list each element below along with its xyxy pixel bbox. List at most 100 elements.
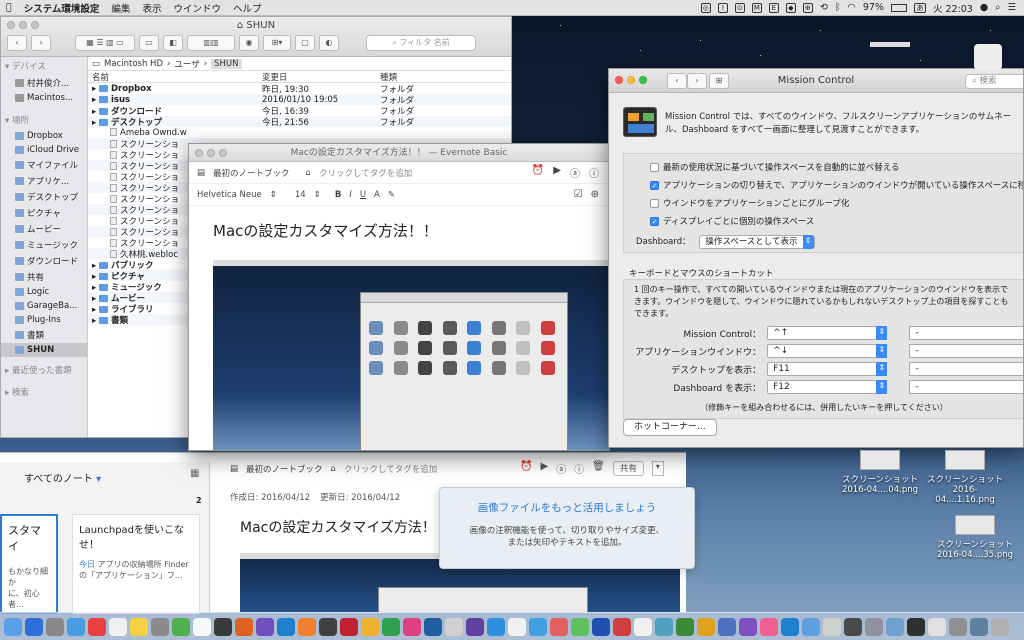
checkbox-icon[interactable]: ☑	[574, 189, 583, 200]
sidebar-item-place[interactable]: アプリケ...	[1, 173, 87, 189]
column-kind[interactable]: 種類	[374, 71, 464, 83]
note-screenshot-image[interactable]	[213, 260, 609, 450]
dock-app-icon[interactable]	[928, 617, 946, 636]
status-icon-7[interactable]: ⊕	[802, 2, 813, 13]
sidebar-item-place[interactable]: Dropbox	[1, 129, 87, 143]
dock-app-icon[interactable]	[844, 617, 862, 636]
sidebar-item-place[interactable]: ミュージック	[1, 237, 87, 253]
sidebar-item-place[interactable]: iCloud Drive	[1, 143, 87, 157]
bold-button[interactable]: B	[335, 190, 341, 200]
shortcut-mouse-select[interactable]: -	[909, 380, 1023, 394]
dock-app-icon[interactable]	[823, 617, 841, 636]
dock-app-icon[interactable]	[382, 617, 400, 636]
disclosure-triangle[interactable]	[92, 128, 110, 138]
dock-app-icon[interactable]	[508, 617, 526, 636]
dock-app-icon[interactable]	[193, 617, 211, 636]
font-selector[interactable]: Helvetica Neue	[197, 190, 262, 200]
annotate-icon[interactable]: ⓐ	[556, 461, 566, 476]
dock-app-icon[interactable]	[949, 617, 967, 636]
font-size-selector[interactable]: 14	[295, 190, 306, 200]
attach-icon[interactable]: ⊛	[591, 189, 599, 200]
search-input[interactable]: ⌕ 検索	[965, 74, 1023, 89]
dashboard-select[interactable]: 操作スペースとして表示	[699, 235, 815, 249]
wifi-icon[interactable]: ◠	[848, 2, 856, 13]
option-checkbox-row[interactable]: ✓ ディスプレイごとに個別の操作スペース	[624, 212, 1023, 230]
cover-flow-button[interactable]: ▭	[139, 35, 159, 51]
grid-view-icon[interactable]: ▦	[190, 468, 199, 479]
dock-app-icon[interactable]	[46, 617, 64, 636]
dock-app-icon[interactable]	[130, 617, 148, 636]
dock-app-icon[interactable]	[634, 617, 652, 636]
shortcut-key-select[interactable]: ^↑	[767, 326, 888, 340]
search-input[interactable]: ⌕ フィルタ 名前	[366, 35, 476, 51]
table-row[interactable]: ▸ デスクトップ 今日, 21:56 フォルダ	[88, 116, 511, 128]
checkbox[interactable]	[650, 199, 659, 208]
option-checkbox-row[interactable]: 最新の使用状況に基づいて操作スペースを自動的に並べ替える	[624, 158, 1023, 176]
note-title[interactable]: Macの設定カスタマイズ方法！	[240, 517, 436, 537]
dock-app-icon[interactable]	[403, 617, 421, 636]
quicklook-button[interactable]: ◉	[239, 35, 259, 51]
dock-app-icon[interactable]	[172, 617, 190, 636]
dock-app-icon[interactable]	[424, 617, 442, 636]
menu-window[interactable]: ウインドウ	[167, 1, 227, 15]
share-button[interactable]: 共有	[612, 461, 644, 476]
sidebar-item-place[interactable]: ピクチャ	[1, 205, 87, 221]
sidebar-item-place[interactable]: ダウンロード	[1, 253, 87, 269]
italic-button[interactable]: I	[349, 190, 352, 200]
status-icon-1[interactable]: ◎	[700, 2, 711, 13]
reminder-icon[interactable]: ⏰	[532, 165, 544, 180]
dock-app-icon[interactable]	[907, 617, 925, 636]
tag-input[interactable]: クリックしてタグを追加	[319, 167, 412, 179]
disclosure-triangle[interactable]: ▸	[92, 316, 99, 326]
underline-button[interactable]: U	[360, 190, 366, 200]
menu-view[interactable]: 表示	[136, 1, 167, 15]
dock-app-icon[interactable]	[319, 617, 337, 636]
dock-app-icon[interactable]	[151, 617, 169, 636]
highlight-button[interactable]: ✎	[388, 190, 395, 200]
desktop-file[interactable]: スクリーンショット 2016-04....04.png	[840, 450, 920, 495]
sidebar-item-place[interactable]: 共有	[1, 269, 87, 285]
sidebar-item-place[interactable]: SHUN	[1, 343, 87, 357]
dock-app-icon[interactable]	[739, 617, 757, 636]
dock-app-icon[interactable]	[781, 617, 799, 636]
user-icon[interactable]: ●	[980, 2, 988, 13]
disclosure-triangle[interactable]: ▸	[92, 95, 99, 105]
checkbox[interactable]	[650, 163, 659, 172]
app-menu[interactable]: システム環境設定	[18, 1, 106, 15]
note-card-1[interactable]: スタマイ もかなり細か に、初心者...	[0, 514, 58, 614]
dock-app-icon[interactable]	[760, 617, 778, 636]
battery-label[interactable]: 97%	[863, 2, 884, 13]
dock-app-icon[interactable]	[4, 617, 22, 636]
dock-app-icon[interactable]	[676, 617, 694, 636]
sidebar-item-place[interactable]: Plug-Ins	[1, 313, 87, 327]
dock-app-icon[interactable]	[67, 617, 85, 636]
disclosure-triangle[interactable]: ▸	[92, 118, 99, 128]
view-mode-buttons[interactable]: ▦ ☰ ▥ ▭	[75, 35, 135, 51]
info-icon[interactable]: ⓘ	[574, 461, 584, 476]
dock-app-icon[interactable]	[277, 617, 295, 636]
sidebar-item-place[interactable]: ムービー	[1, 221, 87, 237]
dock-app-icon[interactable]	[256, 617, 274, 636]
column-name[interactable]: 名前	[88, 71, 256, 82]
dock-app-icon[interactable]	[445, 617, 463, 636]
notebook-selector[interactable]: 最初のノートブック	[246, 463, 323, 475]
dock-app-icon[interactable]	[886, 617, 904, 636]
hot-corners-button[interactable]: ホットコーナー...	[623, 419, 717, 436]
desktop-file[interactable]: スクリーンショット 2016-04....35.png	[935, 515, 1015, 560]
evernote-status-icon[interactable]: E	[768, 2, 779, 13]
present-icon[interactable]: ▶	[540, 461, 548, 476]
sidebar-item-place[interactable]: マイファイル	[1, 157, 87, 173]
battery-icon[interactable]	[890, 3, 907, 12]
note-title[interactable]: Macの設定カスタマイズ方法！！	[189, 206, 609, 255]
back-button[interactable]: ‹	[7, 35, 27, 51]
sidebar-item-place[interactable]: Logic	[1, 285, 87, 299]
desktop-file[interactable]	[870, 42, 910, 47]
disclosure-triangle[interactable]: ▸	[92, 84, 99, 94]
feature-tip-popover[interactable]: 画像ファイルをもっと活用しましょう 画像の注釈機能を使って、切り取りやサイズ変更…	[439, 487, 695, 569]
sidebar-item-macintosh[interactable]: Macintos...	[1, 91, 87, 105]
dock-app-icon[interactable]	[25, 617, 43, 636]
info-icon[interactable]: ⓘ	[589, 165, 599, 180]
dock-app-icon[interactable]	[88, 617, 106, 636]
text-color-button[interactable]: A	[374, 190, 380, 200]
dock-app-icon[interactable]	[487, 617, 505, 636]
